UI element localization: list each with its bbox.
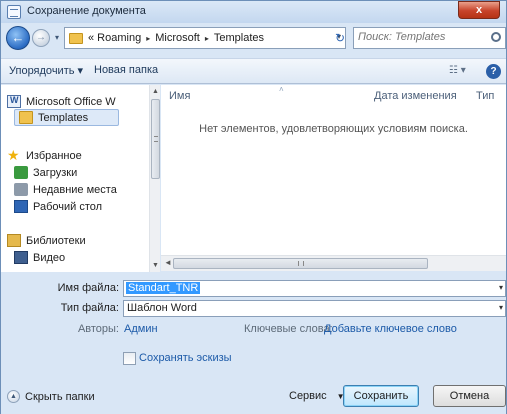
save-thumbnail-checkbox[interactable] (123, 352, 136, 365)
tools-menu[interactable]: Сервис ▼ (289, 390, 345, 402)
star-icon: ★ (7, 147, 20, 163)
column-header-date[interactable]: Дата изменения (374, 85, 457, 105)
scroll-up-icon[interactable]: ▲ (151, 87, 160, 96)
sidebar-item-label: Видео (33, 251, 66, 264)
keywords-value[interactable]: Добавьте ключевое слово (324, 323, 457, 335)
new-folder-button[interactable]: Новая папка (94, 64, 158, 76)
save-options: Имя файла: Standart_TNR ▾ Тип файла: Шаб… (1, 272, 506, 414)
sidebar-item-label: Библиотеки (26, 234, 86, 247)
tools-label: Сервис (289, 390, 327, 402)
filename-field[interactable]: Standart_TNR ▾ (123, 280, 506, 297)
sidebar-item-label: Недавние места (33, 183, 117, 196)
search-icon[interactable] (491, 32, 501, 42)
hide-folders-label: Скрыть папки (25, 390, 95, 403)
folder-icon (19, 111, 33, 124)
sidebar-item-label: Избранное (26, 149, 82, 162)
authors-value[interactable]: Админ (124, 323, 158, 335)
authors-label: Авторы: (77, 323, 119, 335)
recent-pages-dropdown[interactable]: ▾ (52, 31, 62, 45)
scroll-thumb[interactable] (173, 258, 428, 269)
filetype-label: Тип файла: (60, 302, 119, 314)
title-bar: Сохранение документа x (1, 1, 506, 23)
sidebar-item-office[interactable]: Microsoft Office W (7, 95, 116, 108)
filetype-select[interactable]: Шаблон Word ▾ (123, 300, 506, 317)
keywords-label: Ключевые слова: (244, 323, 333, 335)
save-dialog: Сохранение документа x ← → ▾ « Roaming ▸… (0, 0, 507, 414)
close-button[interactable]: x (458, 1, 500, 19)
sidebar-item-video[interactable]: Видео (14, 251, 65, 264)
breadcrumb-separator-icon[interactable]: ▸ (146, 34, 150, 43)
sidebar-item-label: Microsoft Office W (26, 95, 116, 108)
search-box[interactable] (353, 27, 506, 49)
filename-input[interactable]: Standart_TNR (126, 282, 201, 294)
libraries-icon (7, 234, 21, 247)
sidebar-item-label: Рабочий стол (33, 200, 103, 213)
collapse-icon: ▲ (7, 390, 20, 403)
refresh-button[interactable]: ↻ (332, 30, 348, 46)
recent-places-icon (14, 183, 28, 196)
address-row: ← → ▾ « Roaming ▸ Microsoft ▸ Templates … (1, 23, 506, 53)
help-icon[interactable]: ? (486, 64, 501, 79)
hide-folders-button[interactable]: ▲ Скрыть папки (7, 390, 95, 403)
navigation-scrollbar[interactable]: ▲ ▼ (149, 85, 160, 272)
views-icon[interactable]: ☷ ▾ (449, 65, 471, 79)
command-toolbar: Упорядочить ▾ Новая папка ☷ ▾ ? (1, 58, 506, 84)
breadcrumb-roaming[interactable]: « Roaming (88, 32, 141, 44)
file-list-scrollbar[interactable]: ◄ (161, 255, 506, 271)
word-doc-icon (7, 95, 21, 108)
window-title: Сохранение документа (27, 5, 146, 17)
organize-menu[interactable]: Упорядочить ▾ (9, 64, 83, 77)
sort-arrow-icon: ˄ (279, 85, 284, 94)
back-button[interactable]: ← (6, 26, 30, 50)
save-thumbnail-label[interactable]: Сохранять эскизы (139, 352, 232, 364)
app-icon (7, 5, 21, 19)
breadcrumb-templates[interactable]: Templates (214, 32, 264, 44)
scroll-thumb[interactable] (151, 99, 160, 179)
sidebar-item-desktop[interactable]: Рабочий стол (14, 200, 102, 213)
scroll-left-icon[interactable]: ◄ (164, 258, 172, 267)
folder-icon (69, 32, 83, 44)
sidebar-item-downloads[interactable]: Загрузки (14, 166, 77, 179)
breadcrumb-microsoft[interactable]: Microsoft (155, 32, 200, 44)
desktop-icon (14, 200, 28, 213)
breadcrumb-separator-icon[interactable]: ▸ (205, 34, 209, 43)
sidebar-item-label: Загрузки (33, 166, 78, 179)
filetype-value[interactable]: Шаблон Word (127, 302, 197, 314)
address-bar[interactable]: « Roaming ▸ Microsoft ▸ Templates ▾ (64, 27, 346, 49)
column-header-name[interactable]: Имя (169, 85, 190, 105)
forward-button[interactable]: → (32, 29, 50, 47)
downloads-icon (14, 166, 28, 179)
sidebar-item-libraries[interactable]: Библиотеки (7, 234, 86, 247)
save-button[interactable]: Сохранить (343, 385, 419, 407)
sidebar-item-favorites[interactable]: ★ Избранное (7, 147, 82, 163)
filename-dropdown-icon[interactable]: ▾ (499, 283, 503, 292)
filetype-dropdown-icon[interactable]: ▾ (499, 303, 503, 312)
column-header-type[interactable]: Тип (476, 85, 494, 105)
sidebar-item-templates[interactable]: Templates (14, 109, 120, 126)
filename-label: Имя файла: (57, 282, 119, 294)
scroll-down-icon[interactable]: ▼ (151, 261, 160, 270)
sidebar-item-recent-places[interactable]: Недавние места (14, 183, 117, 196)
empty-list-message: Нет элементов, удовлетворяющих условиям … (199, 123, 468, 135)
search-input[interactable] (358, 31, 478, 43)
navigation-pane: Microsoft Office W Templates ★ Избранное… (1, 85, 149, 272)
sidebar-item-label: Templates (38, 111, 89, 124)
video-icon (14, 251, 28, 264)
cancel-button[interactable]: Отмена (433, 385, 506, 407)
file-list[interactable]: Имя ˄ Дата изменения Тип Нет элементов, … (161, 85, 506, 255)
